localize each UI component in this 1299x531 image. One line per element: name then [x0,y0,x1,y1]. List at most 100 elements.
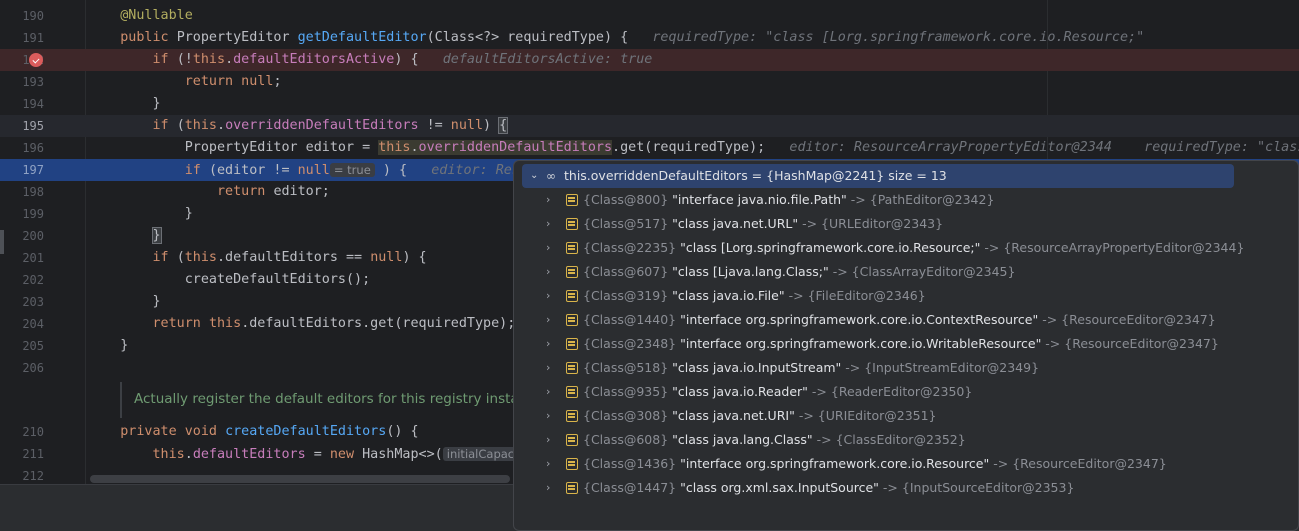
chevron-right-icon[interactable]: › [546,332,550,356]
chevron-right-icon[interactable]: › [546,452,550,476]
chevron-right-icon[interactable]: › [546,236,550,260]
map-entry-row[interactable]: › {Class@517} "class java.net.URL" -> {UR… [514,212,1294,236]
line-number[interactable]: 199 [0,203,44,225]
chevron-right-icon[interactable]: › [546,428,550,452]
map-entry-icon [566,290,578,302]
map-entry-row[interactable]: › {Class@1436} "interface org.springframe… [514,452,1294,476]
map-entry-row[interactable]: › {Class@319} "class java.io.File" -> {Fi… [514,284,1294,308]
code-line[interactable]: 192 if (!this.defaultEditorsActive) { de… [0,49,1299,71]
code-token: .defaultEditors.get(requiredType); [241,316,516,331]
code-text: } [88,335,128,357]
line-number[interactable]: 212 [0,465,44,484]
line-number[interactable]: 200 [0,225,44,247]
horizontal-scrollbar[interactable] [90,475,510,483]
line-number[interactable]: 211 [0,443,44,465]
code-token: HashMap<>( [362,447,443,462]
entry-key: "class java.net.URL" [672,216,799,231]
map-entry-row[interactable]: › {Class@800} "interface java.nio.file.Pa… [514,188,1294,212]
map-entry-text: {Class@935} "class java.io.Reader" -> {R… [583,380,972,404]
map-entry-icon [566,362,578,374]
map-entry-row[interactable]: › {Class@1447} "class org.xml.sax.InputSo… [514,476,1294,500]
code-text: return editor; [88,181,330,203]
line-number[interactable]: 197 [0,159,44,181]
map-entry-row[interactable]: › {Class@2235} "class [Lorg.springframewo… [514,236,1294,260]
line-number[interactable]: 193 [0,71,44,93]
entry-value: {ClassEditor@2352} [835,432,966,447]
code-token: .get(requiredType); [612,140,782,155]
entry-key-id: {Class@800} [583,192,669,207]
line-number[interactable]: 194 [0,93,44,115]
line-number[interactable]: 201 [0,247,44,269]
map-entry-row[interactable]: › {Class@935} "class java.io.Reader" -> {… [514,380,1294,404]
inline-hint-pill: initialCapac [442,447,519,461]
map-entry-row[interactable]: › {Class@308} "class java.net.URI" -> {UR… [514,404,1294,428]
code-token: this [378,140,411,155]
chevron-right-icon[interactable]: › [546,380,550,404]
map-entry-row[interactable]: › {Class@2348} "interface org.springframe… [514,332,1294,356]
code-line[interactable]: 194 } [0,93,1299,115]
line-number[interactable]: 196 [0,137,44,159]
code-line[interactable]: 190 @Nullable [0,5,1299,27]
code-token: .defaultEditors == [217,250,371,265]
code-line[interactable]: 195 if (this.overriddenDefaultEditors !=… [0,115,1299,137]
map-entry-icon [566,242,578,254]
chevron-right-icon[interactable]: › [546,356,550,380]
line-number[interactable]: 191 [0,27,44,49]
code-token: defaultEditorsActive [233,52,395,67]
map-entry-icon [566,434,578,446]
code-token: ) { [374,163,424,178]
debug-value-popup[interactable]: ⌄ ∞ this.overriddenDefaultEditors = {Has… [513,160,1299,531]
entry-value: {ReaderEditor@2350} [830,384,973,399]
map-entry-icon [566,194,578,206]
code-token: ( [176,250,185,265]
chevron-right-icon[interactable]: › [546,404,550,428]
entry-key-id: {Class@935} [583,384,669,399]
line-number[interactable]: 198 [0,181,44,203]
chevron-right-icon[interactable]: › [546,212,550,236]
map-entry-text: {Class@2235} "class [Lorg.springframewor… [583,236,1244,260]
code-token: getDefaultEditor [297,30,427,45]
line-number[interactable]: 190 [0,5,44,27]
map-entry-row[interactable]: › {Class@518} "class java.io.InputStream"… [514,356,1294,380]
map-entry-icon [566,266,578,278]
code-token: } [151,227,162,244]
code-line[interactable]: 191 public PropertyEditor getDefaultEdit… [0,27,1299,49]
map-entry-text: {Class@800} "interface java.nio.file.Pat… [583,188,994,212]
entry-arrow: -> [850,192,866,207]
line-number[interactable]: 210 [0,421,44,443]
popup-root-node[interactable]: ⌄ ∞ this.overriddenDefaultEditors = {Has… [522,164,1234,188]
entry-key-id: {Class@2235} [583,240,677,255]
breakpoint-check-icon[interactable] [29,53,43,67]
entry-arrow: -> [816,432,832,447]
line-number[interactable]: 205 [0,335,44,357]
map-entry-text: {Class@517} "class java.net.URL" -> {URL… [583,212,943,236]
map-entry-row[interactable]: › {Class@608} "class java.lang.Class" -> … [514,428,1294,452]
chevron-right-icon[interactable]: › [546,476,550,500]
code-token: } [88,294,161,309]
entry-key-id: {Class@517} [583,216,669,231]
line-number[interactable]: 206 [0,357,44,379]
code-text: PropertyEditor editor = this.overriddenD… [88,137,1299,159]
line-number[interactable]: 203 [0,291,44,313]
code-token: (editor != [208,163,298,178]
code-line[interactable]: 193 return null; [0,71,1299,93]
code-token: editor; [273,184,330,199]
chevron-down-icon[interactable]: ⌄ [530,164,538,188]
code-token: createDefaultEditors(); [88,272,371,287]
line-number[interactable]: 195 [0,115,44,137]
map-entry-row[interactable]: › {Class@607} "class [Ljava.lang.Class;" … [514,260,1294,284]
entry-arrow: -> [1042,312,1058,327]
chevron-right-icon[interactable]: › [546,308,550,332]
code-text: } [88,225,162,247]
entry-arrow: -> [798,408,814,423]
chevron-right-icon[interactable]: › [546,260,550,284]
line-number[interactable]: 204 [0,313,44,335]
map-entry-row[interactable]: › {Class@1440} "interface org.springframe… [514,308,1294,332]
entry-value: {InputStreamEditor@2349} [864,360,1040,375]
chevron-right-icon[interactable]: › [546,284,550,308]
code-line[interactable]: 196 PropertyEditor editor = this.overrid… [0,137,1299,159]
chevron-right-icon[interactable]: › [546,188,550,212]
code-token: defaultEditors [192,447,306,462]
inline-debug-hint: editor: ResourceArrayPropertyEditor@2344… [781,140,1299,155]
line-number[interactable]: 202 [0,269,44,291]
